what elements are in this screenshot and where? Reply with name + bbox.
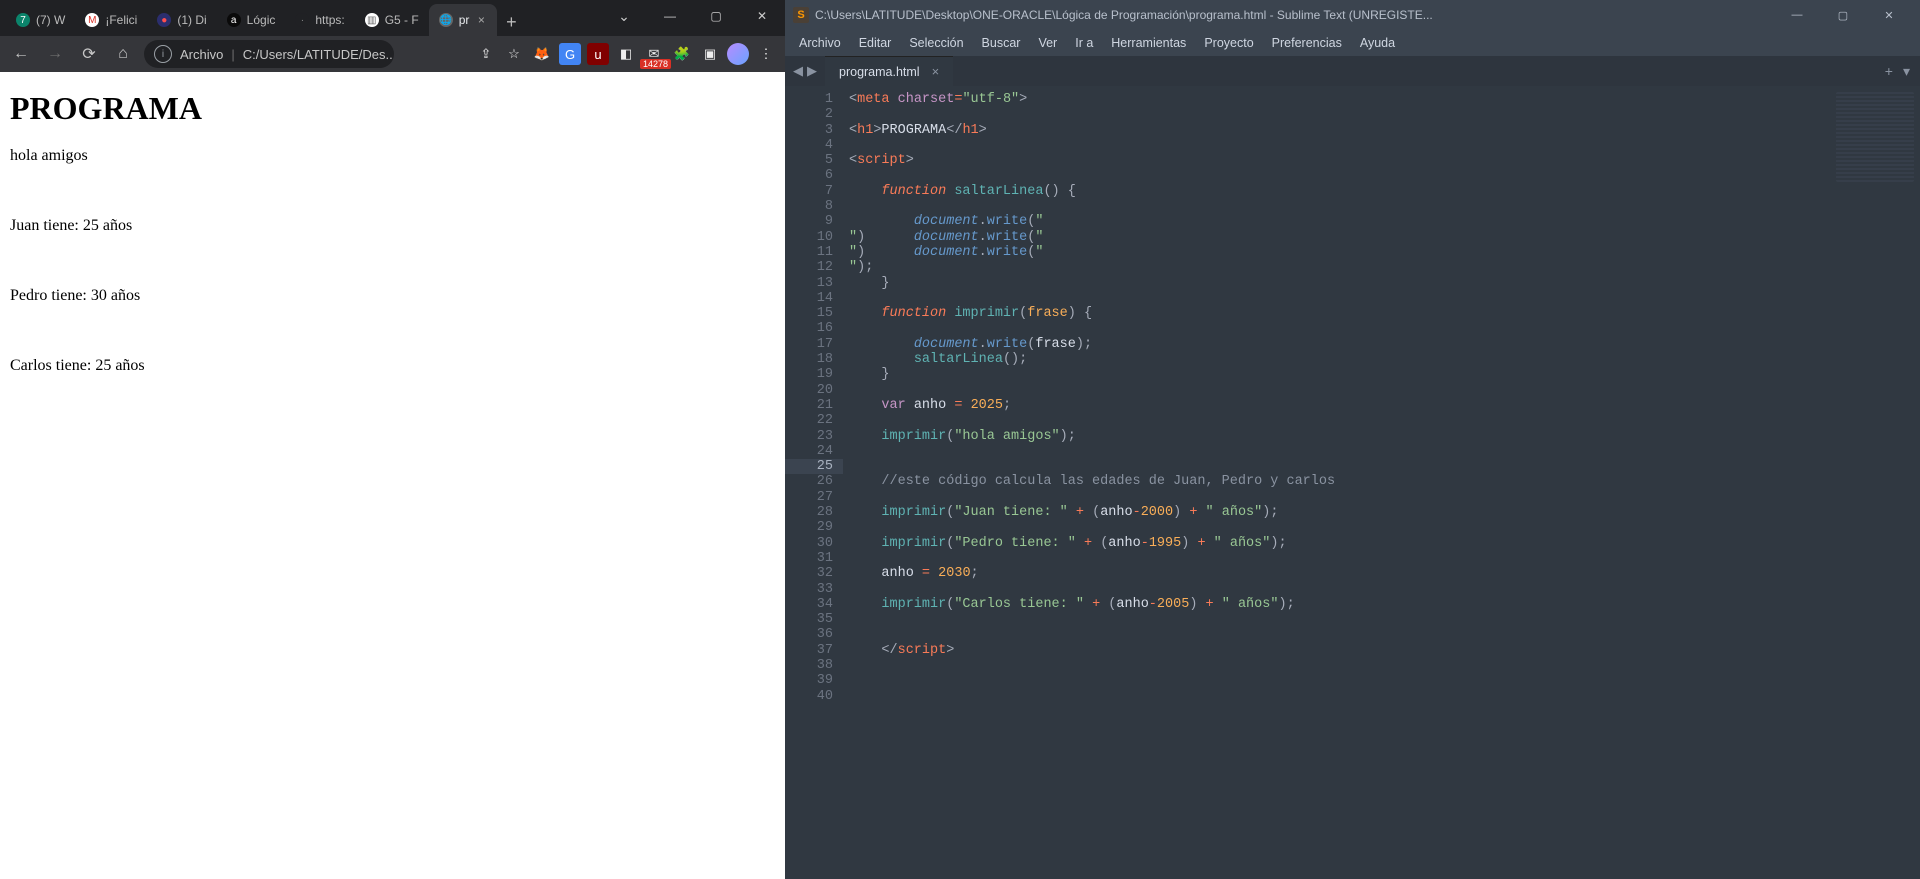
line-gutter: 1234567891011121314151617181920212223242… — [785, 86, 843, 879]
reload-button[interactable]: ⟳ — [76, 41, 102, 67]
tab-3[interactable]: a Lógic — [217, 4, 286, 36]
nav-back-icon[interactable]: ◀ — [793, 63, 803, 79]
minimap-viewport — [1836, 92, 1914, 182]
site-info-icon[interactable]: i — [154, 45, 172, 63]
favicon: ● — [157, 13, 171, 27]
file-tab-close-icon[interactable]: × — [932, 64, 940, 79]
tab-title: (7) W — [36, 13, 65, 27]
page-line: Juan tiene: 25 años — [10, 217, 775, 235]
favicon: a — [227, 13, 241, 27]
menu-seleccion[interactable]: Selección — [901, 33, 971, 53]
page-heading: PROGRAMA — [10, 90, 775, 127]
sublime-tabbar: ◀ ▶ programa.html × + ▾ — [785, 56, 1920, 86]
nav-arrows: ◀ ▶ — [785, 63, 825, 79]
tab-0[interactable]: 7 (7) W — [6, 4, 75, 36]
page-line: hola amigos — [10, 147, 775, 165]
tab-strip: 7 (7) W M ¡Felici ● (1) Di a Lógic · https: ▥… — [0, 0, 785, 36]
mail-icon[interactable]: ✉ — [643, 43, 665, 65]
rendered-page: PROGRAMA hola amigos Juan tiene: 25 años… — [0, 72, 785, 879]
file-tab-label: programa.html — [839, 65, 920, 79]
maximize-button[interactable]: ▢ — [693, 0, 739, 32]
favicon: ▥ — [365, 13, 379, 27]
favicon: 7 — [16, 13, 30, 27]
new-file-icon[interactable]: + — [1885, 63, 1893, 80]
tab-title: Lógic — [247, 13, 276, 27]
close-window-button[interactable]: ✕ — [1866, 0, 1912, 30]
page-line: Pedro tiene: 30 años — [10, 287, 775, 305]
sublime-title: C:\Users\LATITUDE\Desktop\ONE-ORACLE\Lóg… — [815, 8, 1768, 22]
menu-buscar[interactable]: Buscar — [974, 33, 1029, 53]
tab-title: (1) Di — [177, 13, 206, 27]
gtranslate-icon[interactable]: G — [559, 43, 581, 65]
menu-ayuda[interactable]: Ayuda — [1352, 33, 1403, 53]
tab-title: pr — [459, 13, 470, 27]
menu-ira[interactable]: Ir a — [1067, 33, 1101, 53]
kebab-menu-icon[interactable]: ⋮ — [755, 43, 777, 65]
tab-2[interactable]: ● (1) Di — [147, 4, 216, 36]
tab-search-icon[interactable]: ⌄ — [601, 0, 647, 32]
extension-icon-2[interactable]: ◧ — [615, 43, 637, 65]
sublime-menubar: Archivo Editar Selección Buscar Ver Ir a… — [785, 30, 1920, 56]
minimap[interactable] — [1830, 86, 1920, 879]
globe-icon: 🌐 — [439, 13, 453, 27]
url-path: C:/Users/LATITUDE/Des... — [243, 47, 394, 62]
ublock-icon[interactable]: u — [587, 43, 609, 65]
forward-button[interactable]: → — [42, 41, 68, 67]
sublime-window-controls: ― ▢ ✕ — [1774, 0, 1912, 30]
menu-ver[interactable]: Ver — [1030, 33, 1065, 53]
address-bar: ← → ⟳ ⌂ i Archivo | C:/Users/LATITUDE/De… — [0, 36, 785, 72]
chrome-top-chrome: 7 (7) W M ¡Felici ● (1) Di a Lógic · https: ▥… — [0, 0, 785, 72]
home-button[interactable]: ⌂ — [110, 41, 136, 67]
back-button[interactable]: ← — [8, 41, 34, 67]
minimize-button[interactable]: ― — [1774, 0, 1820, 30]
sublime-titlebar: S C:\Users\LATITUDE\Desktop\ONE-ORACLE\L… — [785, 0, 1920, 30]
favicon: M — [85, 13, 99, 27]
url-scheme: Archivo — [180, 47, 223, 62]
tab-menu-icon[interactable]: ▾ — [1903, 63, 1910, 80]
minimize-button[interactable]: ― — [647, 0, 693, 32]
extensions-puzzle-icon[interactable]: 🧩 — [671, 43, 693, 65]
url-separator: | — [231, 47, 234, 62]
window-controls: ⌄ ― ▢ ✕ — [601, 0, 785, 32]
sublime-window: S C:\Users\LATITUDE\Desktop\ONE-ORACLE\L… — [785, 0, 1920, 879]
tab-4[interactable]: · https: — [285, 4, 354, 36]
sublime-logo-icon: S — [793, 7, 809, 23]
page-line: Carlos tiene: 25 años — [10, 357, 775, 375]
chrome-window: 7 (7) W M ¡Felici ● (1) Di a Lógic · https: ▥… — [0, 0, 785, 879]
tab-close-icon[interactable]: × — [475, 14, 487, 26]
toolbar-actions: ⇪ ☆ 🦊 G u ◧ ✉ 🧩 ▣ ⋮ — [475, 43, 777, 65]
share-icon[interactable]: ⇪ — [475, 43, 497, 65]
nav-forward-icon[interactable]: ▶ — [807, 63, 817, 79]
file-tab[interactable]: programa.html × — [825, 56, 953, 87]
omnibox[interactable]: i Archivo | C:/Users/LATITUDE/Des... — [144, 40, 394, 68]
menu-preferencias[interactable]: Preferencias — [1264, 33, 1350, 53]
menu-herramientas[interactable]: Herramientas — [1103, 33, 1194, 53]
menu-proyecto[interactable]: Proyecto — [1196, 33, 1261, 53]
tabbar-right: + ▾ — [1885, 63, 1920, 80]
menu-editar[interactable]: Editar — [851, 33, 900, 53]
maximize-button[interactable]: ▢ — [1820, 0, 1866, 30]
menu-archivo[interactable]: Archivo — [791, 33, 849, 53]
tab-title: ¡Felici — [105, 13, 137, 27]
new-tab-button[interactable]: + — [497, 8, 525, 36]
tab-active[interactable]: 🌐 pr × — [429, 4, 498, 36]
tab-1[interactable]: M ¡Felici — [75, 4, 147, 36]
close-window-button[interactable]: ✕ — [739, 0, 785, 32]
sidepanel-icon[interactable]: ▣ — [699, 43, 721, 65]
extension-icon[interactable]: 🦊 — [531, 43, 553, 65]
tab-title: G5 - F — [385, 13, 419, 27]
tab-5[interactable]: ▥ G5 - F — [355, 4, 429, 36]
bookmark-icon[interactable]: ☆ — [503, 43, 525, 65]
profile-avatar[interactable] — [727, 43, 749, 65]
favicon: · — [295, 13, 309, 27]
tab-title: https: — [315, 13, 344, 27]
editor[interactable]: 1234567891011121314151617181920212223242… — [785, 86, 1920, 879]
code-area[interactable]: <meta charset="utf-8"><h1>PROGRAMA</h1><… — [843, 86, 1830, 879]
